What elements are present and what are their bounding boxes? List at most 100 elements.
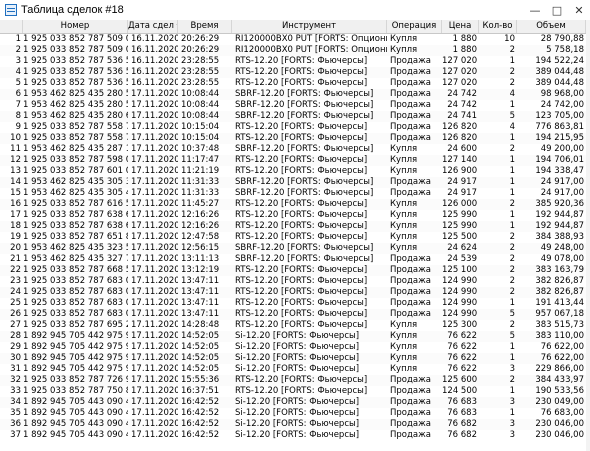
cell-volume: 382 826,87: [535, 276, 584, 286]
cell-operation: Продажа: [390, 265, 431, 275]
cell-time: 11:31:33: [181, 188, 220, 198]
table-row[interactable]: 121 925 033 852 787 598 09817.11.202011:…: [0, 155, 590, 166]
table-row[interactable]: 151 953 462 825 435 305 40017.11.202011:…: [0, 188, 590, 199]
cell-instrument: RTS-12.20 [FORTS: Фьючерсы]: [235, 67, 368, 77]
cell-index: 17: [10, 210, 21, 220]
cell-operation: Купля: [390, 232, 418, 242]
cell-quantity: 2: [509, 144, 515, 154]
cell-volume: 191 413,44: [535, 298, 584, 308]
cell-instrument: RTS-12.20 [FORTS: Фьючерсы]: [235, 210, 368, 220]
column-header-date[interactable]: Дата сдел ▼: [128, 20, 178, 33]
table-row[interactable]: 41 925 033 852 787 536 56116.11.202023:2…: [0, 67, 590, 78]
cell-index: 12: [10, 155, 21, 165]
close-icon[interactable]: ✕: [568, 0, 590, 20]
table-row[interactable]: 181 925 033 852 787 638 69417.11.202012:…: [0, 221, 590, 232]
cell-index: 25: [10, 298, 21, 308]
cell-quantity: 2: [509, 243, 515, 253]
cell-instrument: RTS-12.20 [FORTS: Фьючерсы]: [235, 155, 368, 165]
table-row[interactable]: 11 925 033 852 787 509 01416.11.202020:2…: [0, 34, 590, 45]
cell-instrument: RTS-12.20 [FORTS: Фьючерсы]: [235, 276, 368, 286]
table-row[interactable]: 321 925 033 852 787 726 90917.11.202015:…: [0, 375, 590, 386]
table-row[interactable]: 21 925 033 852 787 509 01516.11.202020:2…: [0, 45, 590, 56]
cell-index: 2: [15, 45, 21, 55]
cell-date: 17.11.2020: [131, 210, 178, 220]
cell-date: 17.11.2020: [131, 353, 178, 363]
cell-price: 125 990: [442, 221, 478, 231]
cell-volume: 230 049,00: [535, 397, 584, 407]
cell-volume: 76 683,00: [540, 408, 584, 418]
cell-volume: 190 533,56: [535, 386, 584, 396]
maximize-icon[interactable]: □: [546, 0, 568, 20]
cell-number: 1 892 945 705 443 090 460: [23, 397, 128, 407]
table-row[interactable]: 371 892 945 705 443 090 46317.11.202016:…: [0, 430, 590, 441]
cell-instrument: RTS-12.20 [FORTS: Фьючерсы]: [235, 199, 368, 209]
table-row[interactable]: 71 953 462 825 435 280 59917.11.202010:0…: [0, 100, 590, 111]
column-header-quantity[interactable]: Кол-во: [479, 20, 517, 33]
table-row[interactable]: 91 925 033 852 787 558 75717.11.202010:1…: [0, 122, 590, 133]
column-header-number[interactable]: Номер: [23, 20, 128, 33]
cell-operation: Продажа: [390, 254, 431, 264]
table-row[interactable]: 231 925 033 852 787 683 00817.11.202013:…: [0, 276, 590, 287]
table-row[interactable]: 51 925 033 852 787 536 56216.11.202023:2…: [0, 78, 590, 89]
table-row[interactable]: 81 953 462 825 435 280 60017.11.202010:0…: [0, 111, 590, 122]
cell-date: 17.11.2020: [131, 386, 178, 396]
table-row[interactable]: 311 892 945 705 442 975 94517.11.202014:…: [0, 364, 590, 375]
table-row[interactable]: 241 925 033 852 787 683 00917.11.202013:…: [0, 287, 590, 298]
cell-price: 125 500: [442, 232, 478, 242]
table-row[interactable]: 251 925 033 852 787 683 01017.11.202013:…: [0, 298, 590, 309]
table-row[interactable]: 261 925 033 852 787 683 01117.11.202013:…: [0, 309, 590, 320]
column-header-operation[interactable]: Операция: [387, 20, 442, 33]
cell-time: 14:52:05: [181, 331, 220, 341]
cell-number: 1 892 945 705 442 975 931: [23, 331, 128, 341]
column-header-instrument[interactable]: Инструмент: [232, 20, 387, 33]
cell-date: 16.11.2020: [131, 67, 178, 77]
cell-operation: Купля: [390, 166, 418, 176]
cell-operation: Купля: [390, 320, 418, 330]
table-row[interactable]: 211 953 462 825 435 327 75617.11.202013:…: [0, 254, 590, 265]
table-row[interactable]: 301 892 945 705 442 975 94417.11.202014:…: [0, 353, 590, 364]
vertical-scrollbar[interactable]: [586, 20, 590, 451]
cell-instrument: SBRF-12.20 [FORTS: Фьючерсы]: [235, 111, 374, 121]
column-header-time[interactable]: Время: [178, 20, 232, 33]
table-row[interactable]: 111 953 462 825 435 287 13317.11.202010:…: [0, 144, 590, 155]
table-row[interactable]: 341 892 945 705 443 090 46017.11.202016:…: [0, 397, 590, 408]
cell-quantity: 1: [509, 221, 515, 231]
table-row[interactable]: 171 925 033 852 787 638 69317.11.202012:…: [0, 210, 590, 221]
cell-price: 24 624: [447, 243, 477, 253]
table-row[interactable]: 141 953 462 825 435 305 39917.11.202011:…: [0, 177, 590, 188]
table-row[interactable]: 101 925 033 852 787 558 75817.11.202010:…: [0, 133, 590, 144]
cell-number: 1 925 033 852 787 683 011: [23, 309, 128, 319]
column-header-index[interactable]: [0, 20, 23, 33]
table-row[interactable]: 131 925 033 852 787 601 06117.11.202011:…: [0, 166, 590, 177]
cell-index: 31: [10, 364, 21, 374]
cell-instrument: RTS-12.20 [FORTS: Фьючерсы]: [235, 221, 368, 231]
column-header-volume[interactable]: Объем: [517, 20, 586, 33]
cell-number: 1 925 033 852 787 695 240: [23, 320, 128, 330]
cell-index: 3: [15, 56, 21, 66]
minimize-icon[interactable]: —: [524, 0, 546, 20]
cell-volume: 957 067,18: [535, 309, 584, 319]
cell-price: 124 990: [442, 309, 478, 319]
cell-date: 17.11.2020: [131, 430, 178, 440]
table-row[interactable]: 281 892 945 705 442 975 93117.11.202014:…: [0, 331, 590, 342]
table-row[interactable]: 361 892 945 705 443 090 46217.11.202016:…: [0, 419, 590, 430]
table-row[interactable]: 61 953 462 825 435 280 59817.11.202010:0…: [0, 89, 590, 100]
table-row[interactable]: 291 892 945 705 442 975 94217.11.202014:…: [0, 342, 590, 353]
table-row[interactable]: 331 925 033 852 787 750 82517.11.202016:…: [0, 386, 590, 397]
table-row[interactable]: 351 892 945 705 443 090 46117.11.202016:…: [0, 408, 590, 419]
cell-time: 12:16:26: [181, 221, 220, 231]
table-row[interactable]: 201 953 462 825 435 323 50717.11.202012:…: [0, 243, 590, 254]
cell-price: 126 820: [442, 133, 478, 143]
cell-number: 1 925 033 852 787 638 693: [23, 210, 128, 220]
cell-time: 10:37:48: [181, 144, 220, 154]
table-row[interactable]: 191 925 033 852 787 651 88717.11.202012:…: [0, 232, 590, 243]
column-header-price[interactable]: Цена: [442, 20, 479, 33]
cell-instrument: Si-12.20 [FORTS: Фьючерсы]: [235, 353, 360, 363]
cell-time: 16:42:52: [181, 408, 220, 418]
table-row[interactable]: 31 925 033 852 787 536 56016.11.202023:2…: [0, 56, 590, 67]
table-row[interactable]: 161 925 033 852 787 616 57717.11.202011:…: [0, 199, 590, 210]
table-row[interactable]: 271 925 033 852 787 695 24017.11.202014:…: [0, 320, 590, 331]
table-row[interactable]: 221 925 033 852 787 668 59617.11.202013:…: [0, 265, 590, 276]
cell-operation: Продажа: [390, 408, 431, 418]
cell-index: 8: [15, 111, 21, 121]
